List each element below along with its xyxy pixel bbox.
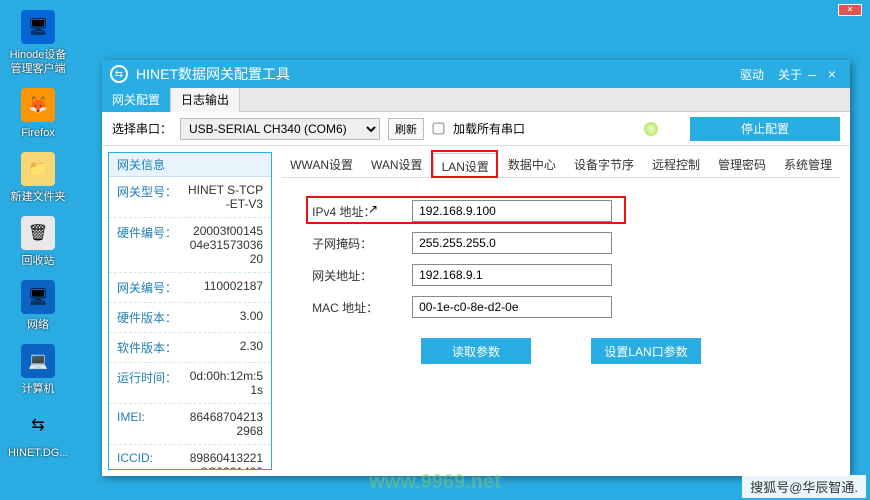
info-value: 20003f0014504e3157303620 <box>187 224 263 266</box>
info-key: 硬件版本： <box>117 309 187 326</box>
info-key: 软件版本： <box>117 339 187 356</box>
info-value: 864687042132968 <box>187 410 263 438</box>
gateway-info-row: 网关型号：HINET S-TCP-ET-V3 <box>109 177 271 218</box>
info-key: 运行时间： <box>117 369 187 397</box>
cursor-icon: ↖ <box>368 202 378 216</box>
info-key: 硬件编号： <box>117 224 187 266</box>
subtab-3[interactable]: 数据中心 <box>500 152 564 177</box>
form-input-3[interactable] <box>412 296 612 318</box>
tab-log-output[interactable]: 日志输出 <box>171 88 240 112</box>
desktop-icon-label: Hinode设备管理客户端 <box>8 48 68 76</box>
form-row: 网关地址： <box>312 264 810 286</box>
desktop-icon-0[interactable]: 🖥 Hinode设备管理客户端 <box>8 10 68 76</box>
desktop-icon-6[interactable]: ⇆ HINET.DG... <box>8 408 68 460</box>
form-label: 网关地址： <box>312 267 412 284</box>
subtab-5[interactable]: 远程控制 <box>644 152 708 177</box>
load-all-ports-checkbox[interactable] <box>433 123 445 135</box>
subtab-1[interactable]: WAN设置 <box>363 152 431 177</box>
subtab-4[interactable]: 设备字节序 <box>566 152 642 177</box>
gateway-info-row: 运行时间：0d:00h:12m:51s <box>109 363 271 404</box>
serial-toolbar: 选择串口： USB-SERIAL CH340 (COM6) 刷新 加载所有串口 … <box>102 112 850 146</box>
set-lan-params-button[interactable]: 设置LAN口参数 <box>591 338 701 364</box>
info-key: 网关型号： <box>117 183 187 211</box>
main-panel: WWAN设置WAN设置LAN设置数据中心设备字节序远程控制管理密码系统管理 IP… <box>272 146 850 476</box>
tab-gateway-config[interactable]: 网关配置 <box>102 88 171 112</box>
form-row: MAC 地址： <box>312 296 810 318</box>
status-indicator-icon <box>644 122 658 136</box>
desktop-glyph-icon: 🖥 <box>21 10 55 44</box>
info-key: ICCID: <box>117 451 187 469</box>
info-key: IMEI: <box>117 410 187 438</box>
sohu-attribution: 搜狐号@华辰智通. <box>742 475 866 498</box>
stop-config-button[interactable]: 停止配置 <box>690 117 840 141</box>
info-key: 网关编号： <box>117 279 187 296</box>
desktop-glyph-icon: 💻 <box>21 344 55 378</box>
info-value: HINET S-TCP-ET-V3 <box>187 183 263 211</box>
desktop-icon-label: 网络 <box>8 318 68 332</box>
desktop-icon-5[interactable]: 💻 计算机 <box>8 344 68 396</box>
info-value: 3.00 <box>187 309 263 326</box>
form-input-0[interactable] <box>412 200 612 222</box>
desktop-close-badge[interactable] <box>838 4 862 16</box>
desktop-icon-label: 新建文件夹 <box>8 190 68 204</box>
gateway-info-row: 网关编号：110002187 <box>109 273 271 303</box>
desktop-icon-label: 回收站 <box>8 254 68 268</box>
form-label: MAC 地址： <box>312 299 412 316</box>
form-input-1[interactable] <box>412 232 612 254</box>
desktop-icon-4[interactable]: 🖥 网络 <box>8 280 68 332</box>
minimize-button[interactable]: – <box>802 66 822 82</box>
form-row: IPv4 地址： <box>312 200 810 222</box>
subtab-6[interactable]: 管理密码 <box>710 152 774 177</box>
desktop-glyph-icon: 📁 <box>21 152 55 186</box>
gateway-info-row: IMEI:864687042132968 <box>109 404 271 445</box>
gateway-info-row: ICCID:898604132218C0021409 <box>109 445 271 469</box>
info-value: 110002187 <box>187 279 263 296</box>
serial-select[interactable]: USB-SERIAL CH340 (COM6) <box>180 118 380 140</box>
desktop-icon-label: Firefox <box>8 126 68 140</box>
desktop-icon-3[interactable]: 🗑 回收站 <box>8 216 68 268</box>
primary-tabs: 网关配置 日志输出 <box>102 88 850 112</box>
desktop-icon-label: 计算机 <box>8 382 68 396</box>
titlebar-action-about[interactable]: 关于 <box>778 66 802 83</box>
info-value: 2.30 <box>187 339 263 356</box>
desktop-glyph-icon: 🗑 <box>21 216 55 250</box>
desktop-glyph-icon: 🖥 <box>21 280 55 314</box>
titlebar-action-driver[interactable]: 驱动 <box>740 66 764 83</box>
serial-label: 选择串口： <box>112 120 172 137</box>
desktop-glyph-icon: 🦊 <box>21 88 55 122</box>
desktop-glyph-icon: ⇆ <box>21 408 55 442</box>
form-input-2[interactable] <box>412 264 612 286</box>
gateway-info-heading: 网关信息 <box>109 153 271 177</box>
desktop-icon-column: 🖥 Hinode设备管理客户端 🦊 Firefox 📁 新建文件夹 🗑 回收站 🖥 网络 💻 计算机 ⇆… <box>8 10 68 472</box>
subtab-0[interactable]: WWAN设置 <box>282 152 361 177</box>
read-params-button[interactable]: 读取参数 <box>421 338 531 364</box>
gateway-info-row: 硬件编号：20003f0014504e3157303620 <box>109 218 271 273</box>
app-title: HINET数据网关配置工具 <box>136 64 726 84</box>
gateway-info-panel: 网关信息 网关型号：HINET S-TCP-ET-V3硬件编号：20003f00… <box>108 152 272 470</box>
gateway-info-row: 硬件版本：3.00 <box>109 303 271 333</box>
refresh-button[interactable]: 刷新 <box>388 118 424 140</box>
app-logo-icon <box>110 65 128 83</box>
form-label: IPv4 地址： <box>312 203 412 220</box>
gateway-info-row: 软件版本：2.30 <box>109 333 271 363</box>
lan-settings-form: IPv4 地址： 子网掩码： 网关地址： MAC 地址： ↖ <box>282 178 840 318</box>
desktop-icon-1[interactable]: 🦊 Firefox <box>8 88 68 140</box>
info-value: 898604132218C0021409 <box>187 451 263 469</box>
subtab-7[interactable]: 系统管理 <box>776 152 840 177</box>
settings-subtabs: WWAN设置WAN设置LAN设置数据中心设备字节序远程控制管理密码系统管理 <box>282 152 840 178</box>
desktop-icon-label: HINET.DG... <box>8 446 68 460</box>
form-label: 子网掩码： <box>312 235 412 252</box>
info-value: 0d:00h:12m:51s <box>187 369 263 397</box>
titlebar: HINET数据网关配置工具 驱动 关于 – × <box>102 60 850 88</box>
desktop-icon-2[interactable]: 📁 新建文件夹 <box>8 152 68 204</box>
form-row: 子网掩码： <box>312 232 810 254</box>
app-window: HINET数据网关配置工具 驱动 关于 – × 网关配置 日志输出 选择串口： … <box>102 60 850 476</box>
subtab-2[interactable]: LAN设置 <box>433 153 498 178</box>
load-all-ports-label: 加载所有串口 <box>453 120 525 137</box>
close-button[interactable]: × <box>822 66 842 82</box>
